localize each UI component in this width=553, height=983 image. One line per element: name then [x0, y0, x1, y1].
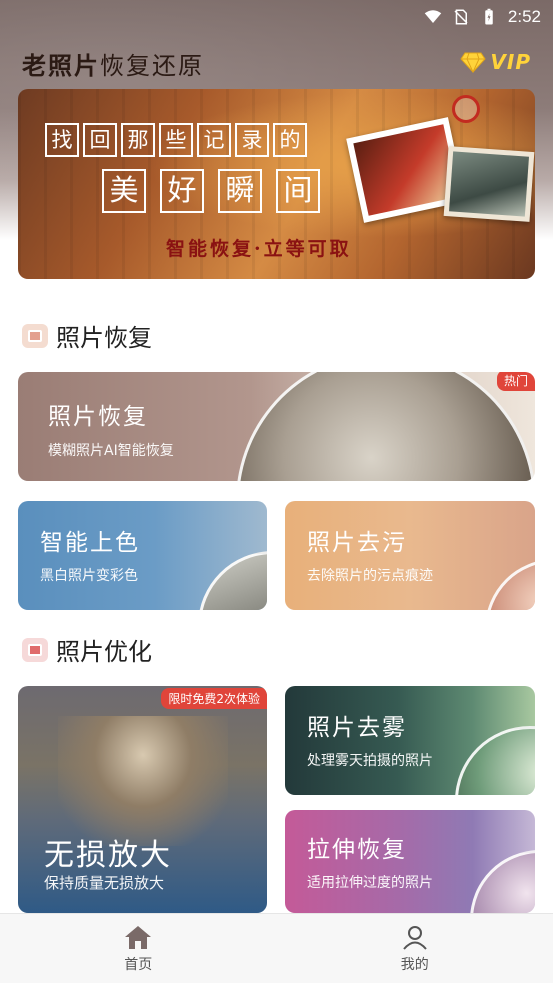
upscale-desc: 保持质量无损放大 [44, 874, 165, 892]
photo-restore-card[interactable]: 照片恢复 模糊照片AI智能恢复 热门 [18, 372, 535, 481]
hero-char: 录 [235, 123, 269, 157]
dehaze-title: 照片去雾 [307, 715, 407, 741]
hero-char: 找 [45, 123, 79, 157]
hero-subtitle: 智能恢复·立等可取 [166, 238, 352, 260]
nav-home[interactable]: 首页 [0, 914, 277, 983]
hero-headline-1: 找 回 那 些 记 录 的 [45, 123, 307, 157]
free-trial-badge: 限时免费2次体验 [161, 688, 267, 709]
hero-char: 瞬 [218, 169, 262, 213]
battery-icon [485, 8, 493, 25]
nav-home-label: 首页 [124, 956, 153, 973]
stretch-restore-desc: 适用拉伸过度的照片 [307, 875, 433, 891]
diamond-icon [460, 52, 487, 73]
photos-icon [22, 637, 48, 662]
nav-mine-label: 我的 [400, 956, 429, 973]
stretch-restore-card[interactable]: 拉伸恢复 适用拉伸过度的照片 [285, 810, 535, 913]
section-title-optimize-label: 照片优化 [56, 638, 152, 666]
stain-removal-title: 照片去污 [307, 530, 407, 556]
image-icon [22, 323, 48, 348]
no-sim-icon [454, 9, 468, 25]
colorize-thumbnail [198, 551, 267, 610]
section-title-optimize: 照片优化 [22, 632, 152, 667]
hero-headline-2: 美 好 瞬 间 [102, 169, 320, 213]
user-icon [402, 925, 427, 950]
status-time: 2:52 [507, 7, 541, 26]
hero-char: 间 [276, 169, 320, 213]
upscale-title: 无损放大 [44, 838, 172, 873]
hot-badge: 热门 [496, 372, 535, 391]
bottom-nav: 首页 我的 [0, 913, 553, 983]
hero-char: 那 [121, 123, 155, 157]
stain-removal-card[interactable]: 照片去污 去除照片的污点痕迹 [285, 501, 535, 610]
hero-char: 的 [273, 123, 307, 157]
dehaze-desc: 处理雾天拍摄的照片 [307, 753, 433, 769]
hero-photo-2 [443, 146, 535, 222]
hero-char: 好 [160, 169, 204, 213]
upscale-card[interactable]: 限时免费2次体验 无损放大 保持质量无损放大 [18, 686, 267, 913]
home-icon [125, 925, 152, 949]
status-bar: 2:52 [0, 0, 553, 34]
dehaze-thumbnail [455, 726, 535, 795]
app-title-light: 恢复还原 [100, 52, 204, 80]
hero-char: 回 [83, 123, 117, 157]
photo-restore-thumbnail [236, 372, 535, 481]
colorize-title: 智能上色 [40, 530, 140, 556]
photo-restore-title: 照片恢复 [48, 404, 148, 430]
hero-char: 记 [197, 123, 231, 157]
section-title-restore: 照片恢复 [22, 318, 152, 353]
stain-removal-desc: 去除照片的污点痕迹 [307, 568, 433, 584]
stretch-restore-thumbnail [470, 850, 535, 913]
nav-mine[interactable]: 我的 [277, 914, 553, 983]
vip-label: VIP [490, 50, 531, 74]
hero-banner[interactable]: 找 回 那 些 记 录 的 美 好 瞬 间 智能恢复·立等可取 [18, 89, 535, 279]
hero-char: 些 [159, 123, 193, 157]
stretch-restore-title: 拉伸恢复 [307, 837, 407, 863]
no-smoking-sign-icon [452, 95, 480, 123]
colorize-card[interactable]: 智能上色 黑白照片变彩色 [18, 501, 267, 610]
app-title-bold: 老照片 [22, 51, 100, 80]
hero-char: 美 [102, 169, 146, 213]
stain-removal-thumbnail [485, 559, 535, 610]
vip-button[interactable]: VIP [460, 50, 531, 74]
upscale-thumbnail [58, 716, 228, 846]
wifi-icon [424, 10, 442, 23]
dehaze-card[interactable]: 照片去雾 处理雾天拍摄的照片 [285, 686, 535, 795]
photo-restore-desc: 模糊照片AI智能恢复 [48, 443, 174, 459]
app-title: 老照片恢复还原 [22, 46, 204, 81]
section-title-restore-label: 照片恢复 [56, 324, 152, 352]
colorize-desc: 黑白照片变彩色 [40, 568, 138, 584]
